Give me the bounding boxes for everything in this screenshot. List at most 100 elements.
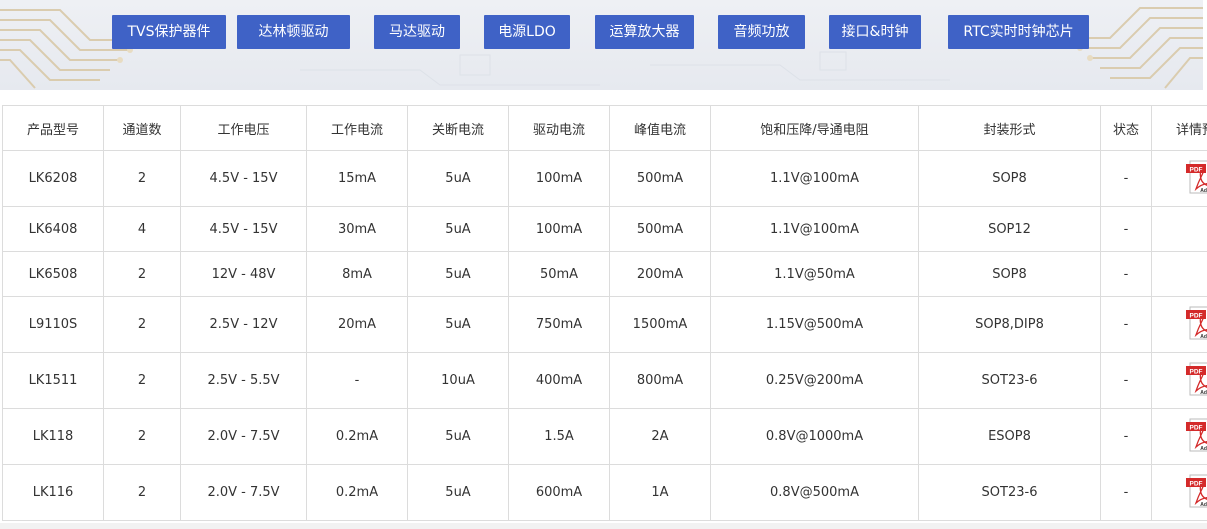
table-cell: 0.2mA [306, 408, 408, 465]
table-cell: 4.5V - 15V [180, 150, 307, 207]
table-cell: 2 [103, 352, 181, 409]
table-cell: 2.0V - 7.5V [180, 464, 307, 521]
table-cell: 1.1V@100mA [710, 206, 919, 252]
category-button-6[interactable]: 音频功放 [718, 15, 805, 49]
product-model-cell: LK1511 [2, 352, 104, 409]
table-cell: 500mA [609, 150, 711, 207]
table-cell: 5uA [407, 296, 509, 353]
table-cell: - [1100, 206, 1152, 252]
svg-text:Adobe: Adobe [1200, 334, 1207, 340]
column-header: 状态 [1100, 105, 1152, 151]
table-cell: 2 [103, 150, 181, 207]
table-cell: 100mA [508, 150, 610, 207]
pdf-file-icon[interactable]: PDFAdobe [1184, 305, 1207, 345]
svg-text:Adobe: Adobe [1200, 188, 1207, 194]
category-button-1[interactable]: TVS保护器件 [112, 15, 226, 49]
table-row: LK6508 2 12V - 48V 8mA 5uA 50mA 200mA 1.1V@50mA… [2, 251, 1207, 297]
table-cell: 50mA [508, 251, 610, 297]
table-cell: 1.15V@500mA [710, 296, 919, 353]
table-cell: 1500mA [609, 296, 711, 353]
category-banner: TVS保护器件 达林顿驱动 马达驱动 电源LDO 运算放大器 音频功放 接口&时钟 RTC实时… [0, 0, 1203, 90]
column-header: 产品型号 [2, 105, 104, 151]
preview-cell: PDFAdobe [1151, 352, 1207, 409]
table-cell: 5uA [407, 150, 509, 207]
table-cell: 750mA [508, 296, 610, 353]
table-cell: 2.0V - 7.5V [180, 408, 307, 465]
bottom-divider [0, 523, 1207, 529]
pdf-file-icon[interactable]: PDFAdobe [1184, 473, 1207, 513]
table-cell: SOP8 [918, 251, 1101, 297]
table-row: LK6408 4 4.5V - 15V 30mA 5uA 100mA 500mA 1.1V@1… [2, 206, 1207, 252]
preview-cell: PDFAdobe [1151, 150, 1207, 207]
table-cell: 12V - 48V [180, 251, 307, 297]
table-cell: 20mA [306, 296, 408, 353]
table-cell: 1.5A [508, 408, 610, 465]
table-cell: - [306, 352, 408, 409]
table-cell: 2 [103, 296, 181, 353]
table-cell: 2 [103, 408, 181, 465]
pdf-file-icon[interactable]: PDFAdobe [1184, 159, 1207, 199]
svg-text:Adobe: Adobe [1200, 390, 1207, 396]
table-cell: 30mA [306, 206, 408, 252]
category-button-8[interactable]: RTC实时时钟芯片 [948, 15, 1089, 49]
preview-cell: PDFAdobe [1151, 408, 1207, 465]
svg-text:Adobe: Adobe [1200, 446, 1207, 452]
table-cell: - [1100, 352, 1152, 409]
table-cell: 500mA [609, 206, 711, 252]
product-table: 产品型号 通道数 工作电压 工作电流 关断电流 驱动电流 峰值电流 饱和压降/导通电阻 封装形式… [2, 105, 1207, 521]
pdf-file-icon[interactable]: PDFAdobe [1184, 417, 1207, 457]
product-model-cell: LK116 [2, 464, 104, 521]
pdf-file-icon[interactable]: PDFAdobe [1184, 361, 1207, 401]
table-cell: - [1100, 296, 1152, 353]
category-button-5[interactable]: 运算放大器 [595, 15, 694, 49]
column-header: 饱和压降/导通电阻 [710, 105, 919, 151]
table-cell: SOT23-6 [918, 352, 1101, 409]
table-cell: 0.8V@500mA [710, 464, 919, 521]
table-cell: 15mA [306, 150, 408, 207]
column-header: 峰值电流 [609, 105, 711, 151]
product-model-cell: L9110S [2, 296, 104, 353]
table-cell: 400mA [508, 352, 610, 409]
table-cell: 2.5V - 5.5V [180, 352, 307, 409]
preview-cell [1151, 206, 1207, 252]
table-cell: 1A [609, 464, 711, 521]
preview-cell [1151, 251, 1207, 297]
table-cell: 200mA [609, 251, 711, 297]
table-cell: 0.2mA [306, 464, 408, 521]
product-model-cell: LK6508 [2, 251, 104, 297]
table-cell: 100mA [508, 206, 610, 252]
table-cell: 2.5V - 12V [180, 296, 307, 353]
table-cell: 1.1V@100mA [710, 150, 919, 207]
product-model-cell: LK6208 [2, 150, 104, 207]
column-header: 详情预览 [1151, 105, 1207, 151]
table-cell: 5uA [407, 206, 509, 252]
category-button-2[interactable]: 达林顿驱动 [237, 15, 350, 49]
table-cell: 0.25V@200mA [710, 352, 919, 409]
table-cell: 5uA [407, 464, 509, 521]
table-cell: - [1100, 150, 1152, 207]
table-row: LK6208 2 4.5V - 15V 15mA 5uA 100mA 500mA 1.1V@1… [2, 150, 1207, 207]
table-cell: SOP8 [918, 150, 1101, 207]
column-header: 工作电压 [180, 105, 307, 151]
category-button-3[interactable]: 马达驱动 [374, 15, 460, 49]
category-button-4[interactable]: 电源LDO [484, 15, 570, 49]
table-cell: 600mA [508, 464, 610, 521]
table-cell: SOT23-6 [918, 464, 1101, 521]
table-cell: 5uA [407, 251, 509, 297]
table-cell: ESOP8 [918, 408, 1101, 465]
table-cell: 5uA [407, 408, 509, 465]
table-cell: - [1100, 464, 1152, 521]
table-cell: 0.8V@1000mA [710, 408, 919, 465]
table-cell: 4.5V - 15V [180, 206, 307, 252]
table-row: LK1511 2 2.5V - 5.5V -10uA 400mA 800mA 0.25V@2… [2, 352, 1207, 409]
table-cell: SOP8,DIP8 [918, 296, 1101, 353]
table-cell: - [1100, 251, 1152, 297]
table-cell: 2 [103, 464, 181, 521]
table-cell: 800mA [609, 352, 711, 409]
table-row: L9110S 2 2.5V - 12V 20mA 5uA 750mA 1500mA 1.15V… [2, 296, 1207, 353]
category-button-7[interactable]: 接口&时钟 [829, 15, 921, 49]
column-header: 工作电流 [306, 105, 408, 151]
preview-cell: PDFAdobe [1151, 464, 1207, 521]
preview-cell: PDFAdobe [1151, 296, 1207, 353]
product-model-cell: LK118 [2, 408, 104, 465]
